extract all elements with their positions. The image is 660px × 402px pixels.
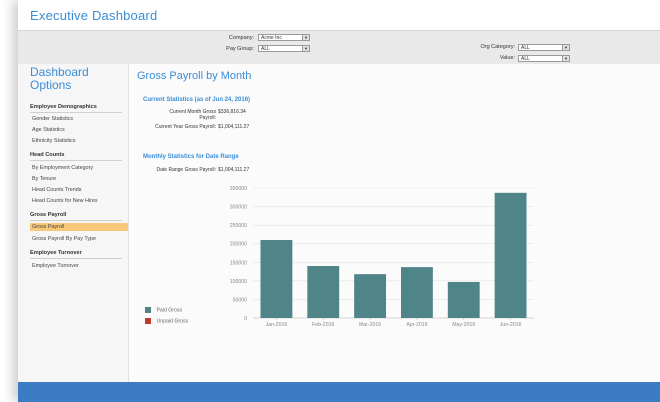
bar-paid-gross — [447, 281, 480, 318]
y-tick-label: 300000 — [230, 205, 247, 211]
y-tick-label: 0 — [244, 316, 247, 322]
group-heading-employee-turnover: Employee Turnover — [30, 250, 122, 259]
x-tick-label: Jun-2016 — [500, 322, 522, 328]
y-tick-label: 350000 — [230, 186, 247, 192]
value-select-value: ALL — [521, 56, 530, 62]
company-select[interactable]: Acme Inc ▼ — [258, 34, 310, 41]
chevron-down-icon: ▼ — [562, 56, 569, 61]
group-heading-gross-payroll: Gross Payroll — [30, 212, 122, 221]
sidebar-item-employee-turnover[interactable]: Employee Turnover — [32, 262, 122, 270]
org-category-select[interactable]: ALL ▼ — [518, 44, 570, 51]
sidebar-item-by-tenure[interactable]: By Tenure — [32, 175, 122, 183]
sidebar-item-ethnicity-statistics[interactable]: Ethnicity Statistics — [32, 137, 122, 145]
sidebar-item-by-employment-category[interactable]: By Employment Category — [32, 164, 122, 172]
pay-group-select[interactable]: ALL ▼ — [258, 45, 310, 52]
sidebar: Dashboard Options Employee Demographics … — [18, 64, 129, 382]
x-tick-label: May-2016 — [452, 322, 475, 328]
sidebar-item-gender-statistics[interactable]: Gender Statistics — [32, 115, 122, 123]
footer-bar — [18, 382, 660, 402]
y-tick-label: 100000 — [230, 279, 247, 285]
y-tick-label: 50000 — [233, 297, 248, 303]
x-tick-label: Mar-2016 — [359, 322, 381, 328]
y-tick-label: 250000 — [230, 223, 247, 229]
chevron-down-icon: ▼ — [302, 46, 309, 51]
org-category-label: Org Category: — [480, 44, 515, 50]
y-tick-label: 200000 — [230, 242, 247, 248]
filter-bar: Company: Acme Inc ▼ Pay Group: ALL ▼ Org… — [18, 30, 660, 66]
main-content: Gross Payroll by Month Current Statistic… — [129, 64, 660, 382]
chevron-down-icon: ▼ — [562, 45, 569, 50]
bar-paid-gross — [260, 240, 293, 318]
company-select-value: Acme Inc — [261, 35, 282, 41]
sidebar-title-line2: Options — [30, 78, 72, 92]
gross-payroll-chart: 0 50000 100000 150000 200000 250000 300000 3500… — [230, 186, 534, 328]
chevron-down-icon: ▼ — [302, 35, 309, 40]
dashboard-window: Executive Dashboard Company: Acme Inc ▼ … — [18, 0, 660, 402]
x-tick-label: Feb-2016 — [312, 322, 334, 328]
title-bar: Executive Dashboard — [18, 0, 660, 30]
group-heading-employee-demographics: Employee Demographics — [30, 104, 122, 113]
pay-group-select-value: ALL — [261, 46, 270, 52]
company-label: Company: — [228, 35, 254, 41]
sidebar-item-gross-payroll[interactable]: Gross Payroll — [30, 223, 128, 231]
org-category-select-value: ALL — [521, 45, 530, 51]
sidebar-item-gross-payroll-by-pay-type[interactable]: Gross Payroll By Pay Type — [32, 235, 122, 243]
app-title: Executive Dashboard — [30, 8, 158, 23]
sidebar-item-age-statistics[interactable]: Age Statistics — [32, 126, 122, 134]
bar-paid-gross — [494, 192, 527, 318]
x-tick-label: Apr-2016 — [406, 322, 427, 328]
x-tick-label: Jan-2016 — [266, 322, 288, 328]
pay-group-label: Pay Group: — [226, 46, 254, 52]
sidebar-item-head-counts-trends[interactable]: Head Counts Trends — [32, 186, 122, 194]
bar-paid-gross — [400, 267, 433, 318]
bar-paid-gross — [354, 274, 387, 318]
sidebar-title: Dashboard Options — [30, 66, 89, 92]
value-select[interactable]: ALL ▼ — [518, 55, 570, 62]
sidebar-item-head-counts-new-hires[interactable]: Head Counts for New Hires — [32, 197, 122, 205]
value-label: Value: — [499, 55, 515, 61]
bar-paid-gross — [307, 266, 340, 318]
y-tick-label: 150000 — [230, 260, 247, 266]
group-heading-head-counts: Head Counts — [30, 152, 122, 161]
